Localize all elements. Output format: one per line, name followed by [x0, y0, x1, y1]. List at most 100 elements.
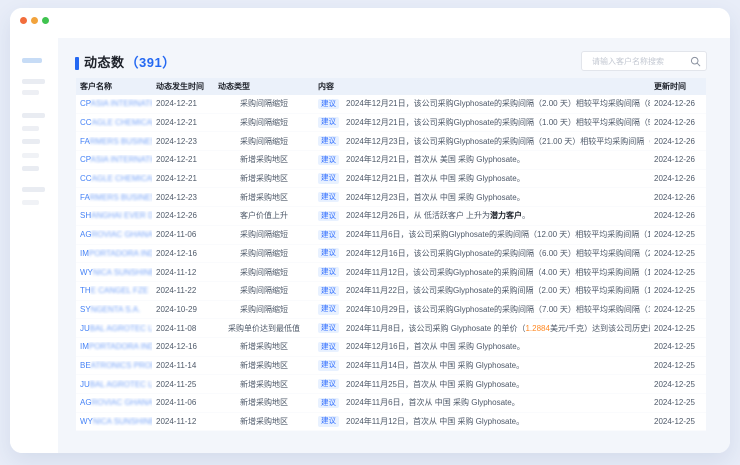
dynamic-content: 建议2024年11月25日，首次从 中国 采购 Glyphosate。: [314, 379, 650, 390]
update-time: 2024-12-26: [650, 193, 706, 202]
sidebar-skeleton-item: [22, 90, 39, 95]
customer-name-link[interactable]: WYNICA SUNSHINE AGRIC ...: [76, 268, 152, 277]
customer-name-prefix: SY: [80, 305, 91, 314]
dynamic-date: 2024-12-21: [152, 118, 214, 127]
search-icon[interactable]: [690, 56, 701, 67]
update-time: 2024-12-25: [650, 417, 706, 426]
dynamic-content: 建议2024年12月21日，该公司采购Glyphosate的采购间隔（1.00 …: [314, 117, 650, 128]
dynamic-date: 2024-12-23: [152, 137, 214, 146]
content-segment: 2024年11月8日，该公司采购 Glyphosate 的单价（: [346, 323, 525, 334]
dynamics-table: 客户名称 动态发生时间 动态类型 内容 更新时间 CPASIA INTERNAT…: [76, 78, 706, 431]
update-time: 2024-12-25: [650, 361, 706, 370]
suggestion-badge: 建议: [318, 398, 339, 408]
update-time: 2024-12-25: [650, 230, 706, 239]
dynamic-type: 采购单价达到最低值: [214, 323, 314, 334]
customer-name-link[interactable]: IMPORTADORA INDUSTRIA...: [76, 249, 152, 258]
table-row: AGROVIAC GHANA COMPA...2024-11-06新增采购地区建…: [76, 394, 706, 413]
content-segment: 2024年11月12日，首次从 中国 采购 Glyphosate。: [346, 416, 524, 427]
minimize-button[interactable]: [31, 17, 38, 24]
dynamic-content: 建议2024年12月21日，首次从 中国 采购 Glyphosate。: [314, 173, 650, 184]
customer-name-link[interactable]: THE CANGEL FZE: [76, 286, 152, 295]
customer-name-link[interactable]: SHANGHAI EVER DO INTER...: [76, 211, 152, 220]
content-segment: 美元/千克）达到该公司历史最低值。: [550, 323, 650, 334]
customer-name-redacted: ROVIAC GHANA C: [92, 230, 152, 239]
customer-name-prefix: JU: [80, 380, 90, 389]
customer-name-redacted: PORTADORA INDU: [89, 342, 152, 351]
customer-name-link[interactable]: FARMERS BUSINESS NET...: [76, 193, 152, 202]
customer-name-link[interactable]: FARMERS BUSINESS NET...: [76, 137, 152, 146]
customer-name-link[interactable]: CCAGLE CHEMICAL3 LLC: [76, 174, 152, 183]
suggestion-badge: 建议: [318, 342, 339, 352]
dynamic-type: 采购间隔缩短: [214, 229, 314, 240]
main-content: 动态数（391） 客户名称 动态发生时间 动态类型 内容 更新时间 CPASIA…: [58, 38, 730, 453]
suggestion-badge: 建议: [318, 286, 339, 296]
customer-name-link[interactable]: WYNICA SUNSHINE AGRIC ...: [76, 417, 152, 426]
sidebar-skeleton-item: [22, 79, 45, 84]
customer-name-prefix: IM: [80, 342, 89, 351]
update-time: 2024-12-26: [650, 211, 706, 220]
customer-name-prefix: CC: [80, 118, 92, 127]
customer-name-redacted: E CANGEL FZE: [91, 286, 149, 295]
table-row: IMPORTADORA INDUSTRIA...2024-12-16采购间隔缩短…: [76, 245, 706, 264]
search-input[interactable]: [590, 56, 690, 67]
dynamic-content: 建议2024年11月14日，首次从 中国 采购 Glyphosate。: [314, 360, 650, 371]
update-time: 2024-12-25: [650, 286, 706, 295]
customer-name-link[interactable]: SYNGENTA S.A.: [76, 305, 152, 314]
suggestion-badge: 建议: [318, 192, 339, 202]
customer-name-redacted: NICA SUNSHINE A: [93, 268, 152, 277]
window-titlebar: [10, 8, 730, 38]
dynamic-type: 新增采购地区: [214, 154, 314, 165]
table-header-row: 客户名称 动态发生时间 动态类型 内容 更新时间: [76, 78, 706, 95]
table-row: WYNICA SUNSHINE AGRIC ...2024-11-12采购间隔缩…: [76, 263, 706, 282]
customer-name-prefix: JU: [80, 324, 90, 333]
content-segment: 2024年11月25日，首次从 中国 采购 Glyphosate。: [346, 379, 524, 390]
customer-name-link[interactable]: CCAGLE CHEMICAL3 LLC: [76, 118, 152, 127]
dynamic-date: 2024-12-23: [152, 193, 214, 202]
customer-name-redacted: NGENTA S.A.: [91, 305, 141, 314]
suggestion-badge: 建议: [318, 173, 339, 183]
zoom-button[interactable]: [42, 17, 49, 24]
customer-name-link[interactable]: JUBAL AGROTEC LIMITED: [76, 324, 152, 333]
sidebar-nav: [10, 38, 58, 453]
dynamic-type: 新增采购地区: [214, 360, 314, 371]
content-segment: 2024年11月6日，首次从 中国 采购 Glyphosate。: [346, 397, 520, 408]
customer-name-link[interactable]: CPASIA INTERNATIONAL L...: [76, 99, 152, 108]
dynamic-type: 客户价值上升: [214, 210, 314, 221]
customer-name-link[interactable]: AGROVIAC GHANA COMPA...: [76, 230, 152, 239]
table-row: BEATRONICS PRODUCTIO...2024-11-14新增采购地区建…: [76, 357, 706, 376]
table-row: CPASIA INTERNATIONAL L...2024-12-21新增采购地…: [76, 151, 706, 170]
customer-name-link[interactable]: CPASIA INTERNATIONAL L...: [76, 155, 152, 164]
customer-name-link[interactable]: JUBAL AGROTEC LIMITED: [76, 380, 152, 389]
customer-name-link[interactable]: AGROVIAC GHANA COMPA...: [76, 398, 152, 407]
dynamic-content: 建议2024年12月26日，从 低活跃客户 上升为 潜力客户。: [314, 210, 650, 221]
customer-name-link[interactable]: IMPORTADORA INDUSTRIA...: [76, 342, 152, 351]
customer-name-link[interactable]: BEATRONICS PRODUCTIO...: [76, 361, 152, 370]
search-box[interactable]: [581, 51, 707, 71]
table-row: THE CANGEL FZE2024-11-22采购间隔缩短建议2024年11月…: [76, 282, 706, 301]
dynamic-date: 2024-11-06: [152, 398, 214, 407]
update-time: 2024-12-25: [650, 305, 706, 314]
suggestion-badge: 建议: [318, 304, 339, 314]
dynamic-type: 采购间隔缩短: [214, 285, 314, 296]
content-segment: 2024年12月16日，该公司采购Glyphosate的采购间隔（6.00 天）…: [346, 248, 650, 259]
close-button[interactable]: [20, 17, 27, 24]
content-segment: 2024年12月23日，该公司采购Glyphosate的采购间隔（21.00 天…: [346, 136, 650, 147]
page-title: 动态数（391）: [84, 52, 176, 71]
customer-name-redacted: ASIA INTERNATIO: [91, 155, 152, 164]
column-header-occur-time: 动态发生时间: [152, 81, 214, 92]
customer-name-redacted: AGLE CHEMICAL: [92, 174, 152, 183]
update-time: 2024-12-26: [650, 99, 706, 108]
dynamic-type: 采购间隔缩短: [214, 136, 314, 147]
sidebar-skeleton-item: [22, 113, 45, 118]
app-body: 动态数（391） 客户名称 动态发生时间 动态类型 内容 更新时间 CPASIA…: [10, 38, 730, 453]
dynamic-date: 2024-11-12: [152, 268, 214, 277]
table-body: CPASIA INTERNATIONAL L...2024-12-21采购间隔缩…: [76, 95, 706, 431]
suggestion-badge: 建议: [318, 211, 339, 221]
customer-name-redacted: RMERS BUSINESS: [90, 193, 152, 202]
content-segment: 。: [522, 210, 530, 221]
sidebar-skeleton-item: [22, 139, 40, 144]
record-count: （391）: [126, 55, 176, 70]
content-segment: 2024年11月22日，该公司采购Glyphosate的采购间隔（2.00 天）…: [346, 285, 650, 296]
dynamic-type: 新增采购地区: [214, 341, 314, 352]
customer-name-prefix: TH: [80, 286, 91, 295]
